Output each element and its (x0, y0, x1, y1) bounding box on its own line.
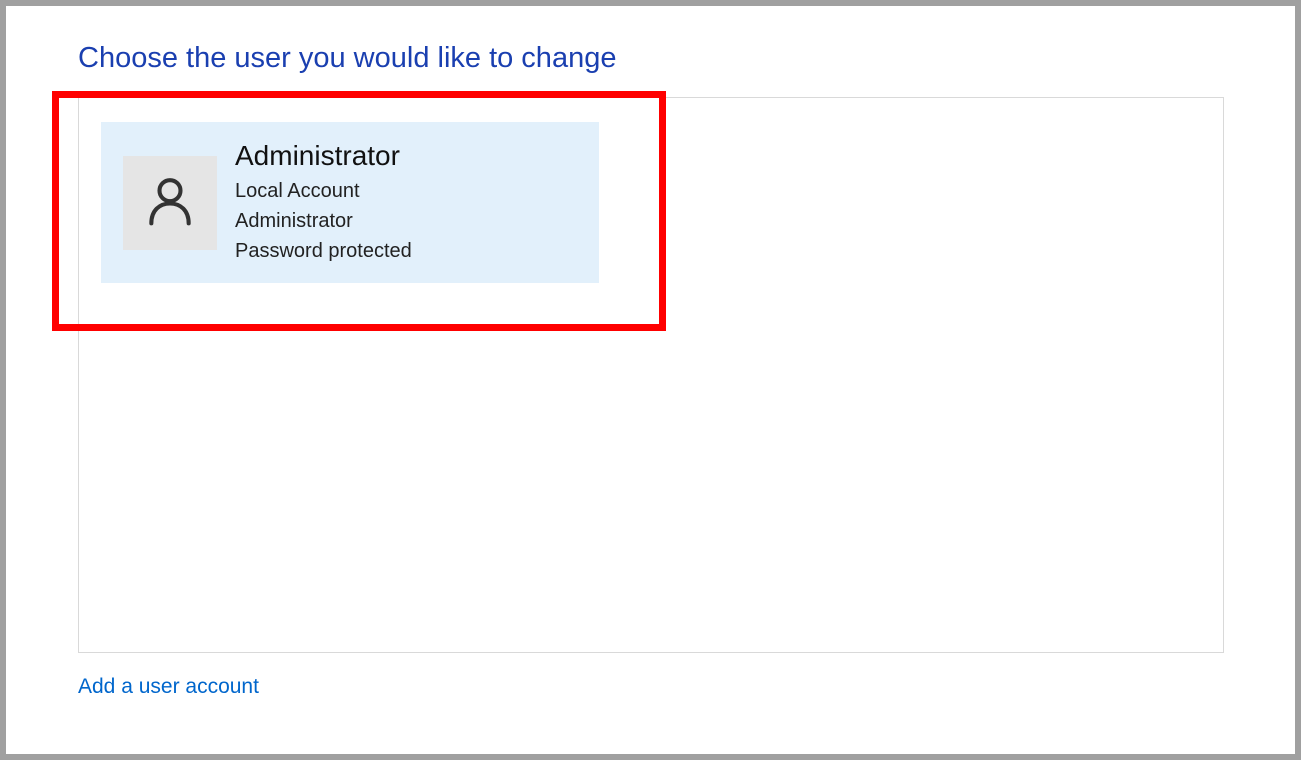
user-tile-administrator[interactable]: Administrator Local Account Administrato… (101, 122, 599, 283)
user-avatar (123, 156, 217, 250)
manage-accounts-window: Choose the user you would like to change… (6, 6, 1295, 754)
add-user-account-link[interactable]: Add a user account (78, 675, 259, 699)
user-account-type: Local Account (235, 176, 412, 206)
user-info: Administrator Local Account Administrato… (235, 139, 412, 267)
user-role: Administrator (235, 206, 412, 236)
page-title: Choose the user you would like to change (78, 42, 1223, 75)
user-icon (142, 172, 198, 233)
accounts-panel: Administrator Local Account Administrato… (78, 97, 1224, 653)
user-name: Administrator (235, 139, 412, 173)
user-password-status: Password protected (235, 236, 412, 266)
